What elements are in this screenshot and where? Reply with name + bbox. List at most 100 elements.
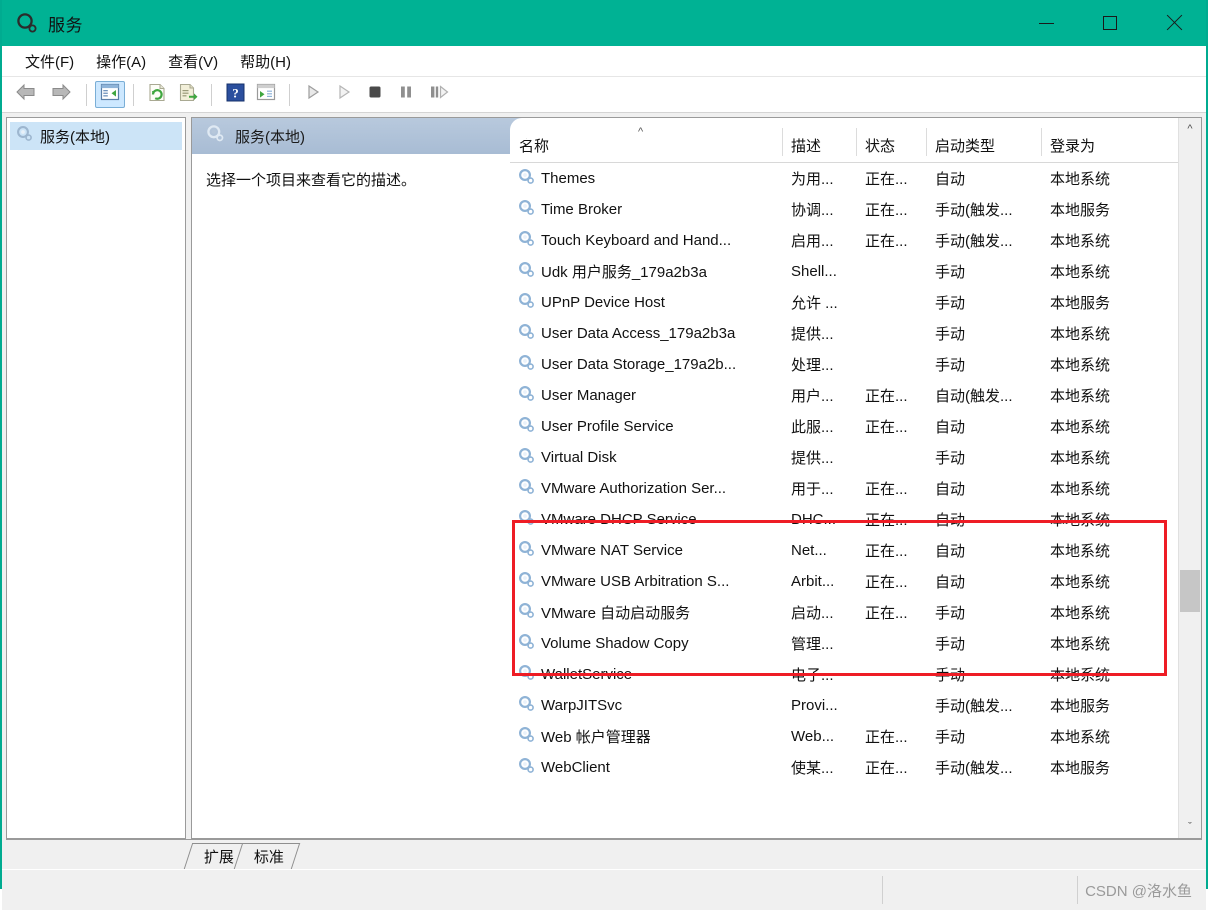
cell-log-on-as: 本地系统 [1050,233,1111,250]
scrollbar-track[interactable] [1179,140,1201,816]
table-row[interactable]: Time Broker 协调... 正在... 手动(触发... 本地服务 [510,194,1201,225]
menu-file[interactable]: 文件(F) [14,48,85,75]
services-gear-icon [16,12,38,34]
table-row[interactable]: VMware 自动启动服务 启动... 正在... 手动 本地系统 [510,597,1201,628]
cell-log-on-as: 本地系统 [1050,357,1111,374]
cell-log-on-as: 本地系统 [1050,481,1111,498]
service-name-label: VMware Authorization Ser... [541,480,727,497]
table-row[interactable]: WalletService 电子... 手动 本地系统 [510,659,1201,690]
cell-startup-type: 自动 [935,171,966,188]
table-row[interactable]: WarpJITSvc Provi... 手动(触发... 本地服务 [510,690,1201,721]
sidebar-item-services-local[interactable]: 服务(本地) [10,122,182,150]
show-hide-console-tree-button[interactable] [95,81,125,108]
scrollbar-thumb[interactable] [1180,570,1200,612]
cell-description: Net... [791,542,827,559]
services-gear-icon [518,323,535,344]
export-list-button[interactable] [173,81,203,108]
cell-log-on-as: 本地系统 [1050,171,1111,188]
minimize-button[interactable] [1014,0,1078,46]
column-header-description[interactable]: 描述 [782,118,856,158]
table-row[interactable]: User Profile Service 此服... 正在... 自动 本地系统 [510,411,1201,442]
refresh-button[interactable] [142,81,172,108]
back-arrow-icon [15,83,37,106]
menu-action[interactable]: 操作(A) [85,48,157,75]
cell-startup-type: 手动 [935,450,966,467]
service-name-label: VMware 自动启动服务 [541,605,691,622]
table-row[interactable]: Volume Shadow Copy 管理... 手动 本地系统 [510,628,1201,659]
table-row[interactable]: VMware DHCP Service DHC... 正在... 自动 本地系统 [510,504,1201,535]
table-row[interactable]: UPnP Device Host 允许 ... 手动 本地服务 [510,287,1201,318]
services-gear-icon [518,199,535,220]
table-row[interactable]: VMware NAT Service Net... 正在... 自动 本地系统 [510,535,1201,566]
cell-service-name: Touch Keyboard and Hand... [510,230,782,251]
column-header-status[interactable]: 状态 [856,118,926,158]
menu-help[interactable]: 帮助(H) [229,48,302,75]
tab-standard[interactable]: 标准 [233,843,301,869]
cell-service-name: VMware 自动启动服务 [510,602,782,623]
cell-log-on-as: 本地系统 [1050,543,1111,560]
start-service-button[interactable] [298,81,328,108]
service-name-label: WalletService [541,666,633,683]
vertical-scrollbar[interactable]: ^ ˇ [1178,118,1201,838]
cell-service-name: Udk 用户服务_179a2b3a [510,261,782,282]
cell-description: Arbit... [791,573,835,590]
resume-service-button[interactable] [329,81,359,108]
window-title: 服务 [48,15,83,35]
forward-button[interactable] [44,81,78,108]
service-description-text: 选择一个项目来查看它的描述。 [206,172,417,189]
table-row[interactable]: User Manager 用户... 正在... 自动(触发... 本地系统 [510,380,1201,411]
column-header-log-on-as[interactable]: 登录为 [1041,118,1161,158]
cell-service-name: Themes [510,168,782,189]
services-gear-icon [518,509,535,530]
service-name-label: Volume Shadow Copy [541,635,689,652]
cell-log-on-as: 本地系统 [1050,636,1111,653]
cell-service-name: Volume Shadow Copy [510,633,782,654]
pause-service-button[interactable] [391,81,421,108]
services-gear-icon [518,292,535,313]
scroll-up-arrow-icon[interactable]: ^ [1179,118,1201,140]
tab-extended-label: 扩展 [203,849,234,866]
menu-view[interactable]: 查看(V) [157,48,229,75]
column-header-name[interactable]: 名称 ^ [510,118,782,158]
cell-description: 允许 ... [791,295,838,312]
service-name-label: Web 帐户管理器 [541,729,651,746]
cell-startup-type: 自动 [935,543,966,560]
services-window: 服务 文件(F) 操作(A) 查看(V) 帮助(H) ? 服务(本地) 服务(本… [0,0,1208,910]
back-button[interactable] [9,81,43,108]
table-row[interactable]: Touch Keyboard and Hand... 启用... 正在... 手动(触… [510,225,1201,256]
show-action-pane-icon [256,83,276,106]
help-icon: ? [226,83,245,107]
table-row[interactable]: WebClient 使某... 正在... 手动(触发... 本地服务 [510,752,1201,783]
table-row[interactable]: Themes 为用... 正在... 自动 本地系统 [510,163,1201,194]
table-row[interactable]: Web 帐户管理器 Web... 正在... 手动 本地系统 [510,721,1201,752]
cell-startup-type: 手动 [935,295,966,312]
cell-log-on-as: 本地系统 [1050,729,1111,746]
table-row[interactable]: User Data Access_179a2b3a 提供... 手动 本地系统 [510,318,1201,349]
toolbar-separator [86,83,87,106]
service-name-label: User Data Access_179a2b3a [541,325,736,342]
column-header-startup-type[interactable]: 启动类型 [926,118,1041,158]
show-action-pane-button[interactable] [251,81,281,108]
scroll-down-arrow-icon[interactable]: ˇ [1179,816,1201,838]
cell-service-name: VMware USB Arbitration S... [510,571,782,592]
cell-status: 正在... [865,481,908,498]
banner-corner-round [510,118,526,140]
close-button[interactable] [1142,0,1206,46]
restart-service-button[interactable] [422,81,456,108]
table-row[interactable]: User Data Storage_179a2b... 处理... 手动 本地系统 [510,349,1201,380]
minimize-icon [1038,22,1054,24]
service-name-label: WebClient [541,759,610,776]
cell-description: Provi... [791,697,838,714]
cell-service-name: User Data Access_179a2b3a [510,323,782,344]
help-button[interactable]: ? [220,81,250,108]
table-row[interactable]: VMware Authorization Ser... 用于... 正在... 自动 本… [510,473,1201,504]
service-name-label: User Data Storage_179a2b... [541,356,737,373]
table-row[interactable]: VMware USB Arbitration S... Arbit... 正在...… [510,566,1201,597]
pause-service-icon [398,84,414,105]
table-row[interactable]: Virtual Disk 提供... 手动 本地系统 [510,442,1201,473]
table-row[interactable]: Udk 用户服务_179a2b3a Shell... 手动 本地系统 [510,256,1201,287]
toolbar-separator [289,83,290,106]
cell-status: 正在... [865,512,908,529]
maximize-button[interactable] [1078,0,1142,46]
stop-service-button[interactable] [360,81,390,108]
